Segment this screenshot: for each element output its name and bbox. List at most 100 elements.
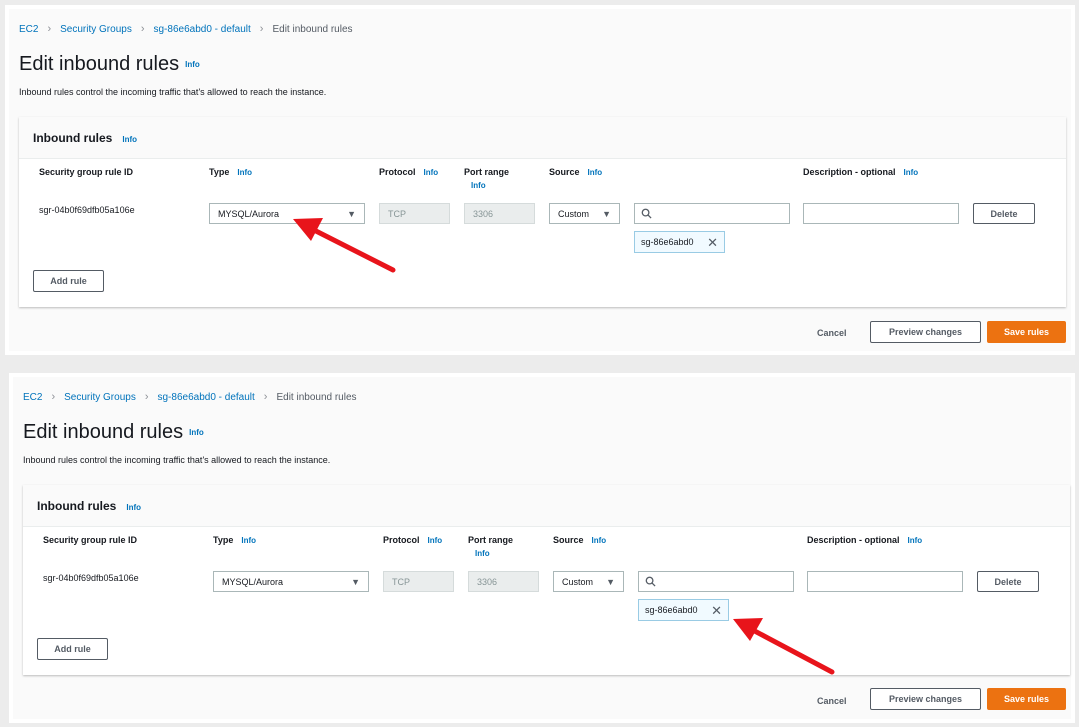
page-title: Edit inbound rules Info <box>23 421 204 444</box>
col-header-source-label: Source <box>549 167 580 177</box>
port-range-info-link[interactable]: Info <box>475 549 490 558</box>
title-info-link[interactable]: Info <box>189 428 204 437</box>
type-info-link[interactable]: Info <box>237 168 252 177</box>
col-header-type: Type Info <box>209 167 252 177</box>
col-header-source-label: Source <box>553 535 584 545</box>
page-title-text: Edit inbound rules <box>19 53 180 75</box>
caret-down-icon: ▼ <box>351 576 360 587</box>
chevron-right-icon: › <box>140 23 145 35</box>
source-search-input[interactable] <box>638 571 794 592</box>
source-select-value: Custom <box>558 208 590 219</box>
protocol-info-link[interactable]: Info <box>428 536 443 545</box>
add-rule-button[interactable]: Add rule <box>33 270 104 292</box>
col-header-rule-id: Security group rule ID <box>43 535 138 545</box>
chevron-right-icon: › <box>47 23 52 35</box>
protocol-info-link[interactable]: Info <box>424 168 439 177</box>
page-title: Edit inbound rules Info <box>19 53 200 76</box>
card-title: Inbound rules Info <box>37 499 141 513</box>
col-header-rule-id: Security group rule ID <box>39 167 134 177</box>
source-select-value: Custom <box>562 576 594 587</box>
type-select[interactable]: MYSQL/Aurora ▼ <box>213 571 369 592</box>
col-header-protocol: Protocol Info <box>379 167 438 177</box>
source-token: sg-86e6abd0 ✕ <box>634 231 725 253</box>
col-header-port-range: Port range <box>464 167 510 177</box>
delete-button[interactable]: Delete <box>977 571 1039 592</box>
col-header-source: Source Info <box>553 535 606 545</box>
title-info-link[interactable]: Info <box>185 60 200 69</box>
search-icon <box>641 208 652 219</box>
breadcrumb-security-group[interactable]: sg-86e6abd0 - default <box>154 24 251 35</box>
preview-changes-button[interactable]: Preview changes <box>870 688 981 710</box>
breadcrumb-security-groups[interactable]: Security Groups <box>64 392 136 403</box>
source-token-label: sg-86e6abd0 <box>645 605 698 615</box>
type-select-value: MYSQL/Aurora <box>218 208 280 219</box>
breadcrumb: EC2 › Security Groups › sg-86e6abd0 - de… <box>19 23 353 35</box>
chevron-right-icon: › <box>263 391 268 403</box>
type-select-value: MYSQL/Aurora <box>222 576 284 587</box>
breadcrumb-security-group[interactable]: sg-86e6abd0 - default <box>158 392 255 403</box>
protocol-field: TCP <box>379 203 450 224</box>
card-title-text: Inbound rules <box>37 499 117 513</box>
chevron-right-icon: › <box>144 391 149 403</box>
card-info-link[interactable]: Info <box>126 503 141 512</box>
type-info-link[interactable]: Info <box>241 536 256 545</box>
col-header-protocol: Protocol Info <box>383 535 442 545</box>
caret-down-icon: ▼ <box>602 208 611 219</box>
cancel-button[interactable]: Cancel <box>817 328 847 338</box>
page-description: Inbound rules control the incoming traff… <box>19 87 327 97</box>
type-select[interactable]: MYSQL/Aurora ▼ <box>209 203 365 224</box>
source-search-input[interactable] <box>634 203 790 224</box>
delete-button[interactable]: Delete <box>973 203 1035 224</box>
inbound-rules-card: Inbound rules Info Security group rule ID… <box>19 117 1066 307</box>
screenshot-panel-2: EC2 › Security Groups › sg-86e6abd0 - de… <box>9 373 1075 723</box>
caret-down-icon: ▼ <box>347 208 356 219</box>
description-input[interactable] <box>803 203 959 224</box>
col-header-port-range: Port range <box>468 535 514 545</box>
add-rule-button[interactable]: Add rule <box>37 638 108 660</box>
rule-id-value: sgr-04b0f69dfb05a106e <box>39 205 135 215</box>
chevron-right-icon: › <box>51 391 56 403</box>
col-header-description: Description - optional Info <box>803 167 918 177</box>
breadcrumb: EC2 › Security Groups › sg-86e6abd0 - de… <box>23 391 357 403</box>
chevron-right-icon: › <box>259 23 264 35</box>
col-header-description: Description - optional Info <box>807 535 922 545</box>
breadcrumb-ec2[interactable]: EC2 <box>23 392 42 403</box>
source-info-link[interactable]: Info <box>592 536 607 545</box>
close-icon[interactable]: ✕ <box>707 236 718 249</box>
col-header-description-label: Description - optional <box>807 535 900 545</box>
rule-id-value: sgr-04b0f69dfb05a106e <box>43 573 139 583</box>
protocol-field: TCP <box>383 571 454 592</box>
col-header-protocol-label: Protocol <box>383 535 420 545</box>
search-icon <box>645 576 656 587</box>
card-title: Inbound rules Info <box>33 131 137 145</box>
preview-changes-button[interactable]: Preview changes <box>870 321 981 343</box>
source-token: sg-86e6abd0 ✕ <box>638 599 729 621</box>
cancel-button[interactable]: Cancel <box>817 696 847 706</box>
source-token-label: sg-86e6abd0 <box>641 237 694 247</box>
breadcrumb-security-groups[interactable]: Security Groups <box>60 24 132 35</box>
screenshot-panel-1: EC2 › Security Groups › sg-86e6abd0 - de… <box>5 5 1075 355</box>
description-input[interactable] <box>807 571 963 592</box>
page-description: Inbound rules control the incoming traff… <box>23 455 331 465</box>
save-rules-button[interactable]: Save rules <box>987 321 1066 343</box>
save-rules-button[interactable]: Save rules <box>987 688 1066 710</box>
col-header-type-label: Type <box>209 167 230 177</box>
col-header-type: Type Info <box>213 535 256 545</box>
card-header: Inbound rules Info <box>23 485 1070 527</box>
port-range-info-link[interactable]: Info <box>471 181 486 190</box>
col-header-type-label: Type <box>213 535 234 545</box>
source-select[interactable]: Custom ▼ <box>553 571 624 592</box>
source-select[interactable]: Custom ▼ <box>549 203 620 224</box>
description-info-link[interactable]: Info <box>908 536 923 545</box>
col-header-source: Source Info <box>549 167 602 177</box>
port-range-field: 3306 <box>468 571 539 592</box>
description-info-link[interactable]: Info <box>904 168 919 177</box>
card-info-link[interactable]: Info <box>122 135 137 144</box>
inbound-rules-card: Inbound rules Info Security group rule ID… <box>23 485 1070 675</box>
page-title-text: Edit inbound rules <box>23 421 184 443</box>
breadcrumb-ec2[interactable]: EC2 <box>19 24 38 35</box>
source-info-link[interactable]: Info <box>588 168 603 177</box>
close-icon[interactable]: ✕ <box>711 604 722 617</box>
breadcrumb-current: Edit inbound rules <box>272 23 353 35</box>
card-title-text: Inbound rules <box>33 131 113 145</box>
